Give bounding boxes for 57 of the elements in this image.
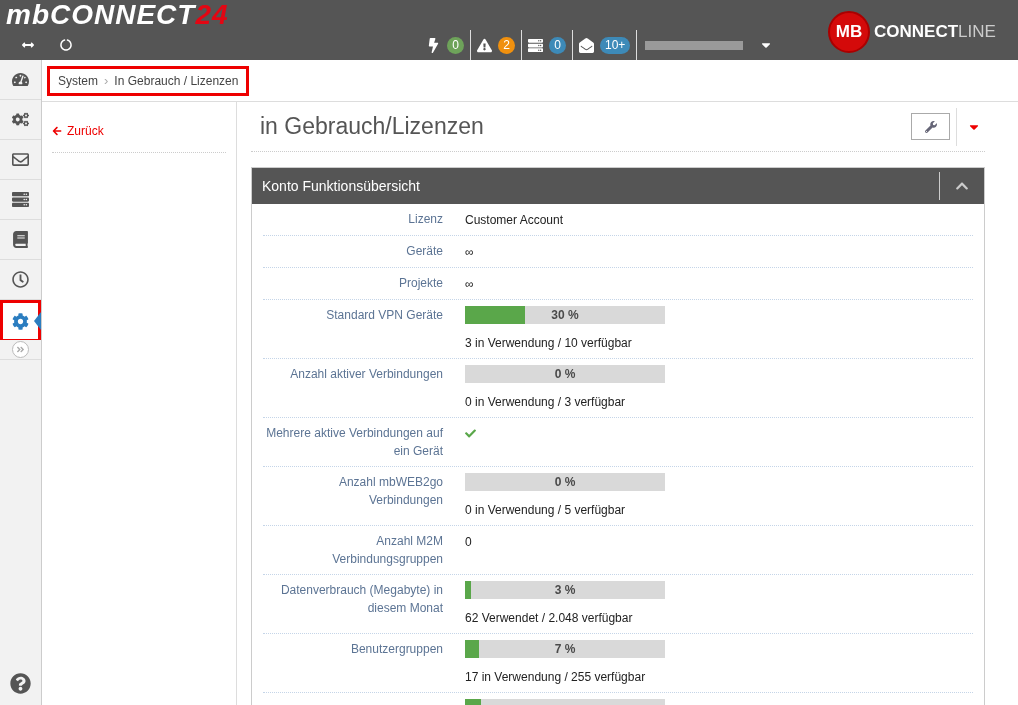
bolt-icon[interactable] — [426, 37, 441, 53]
gauge-icon — [12, 71, 29, 88]
clock-icon — [12, 271, 29, 288]
mail-icon[interactable] — [579, 37, 594, 53]
server-icon[interactable] — [528, 37, 543, 53]
server-icon — [12, 191, 29, 208]
arrow-left-icon — [52, 126, 62, 136]
row-label: Projekte — [397, 275, 443, 292]
book-icon — [12, 231, 29, 248]
spinner-icon[interactable] — [60, 38, 72, 51]
pointer-icon — [34, 312, 41, 330]
wrench-button[interactable] — [911, 113, 950, 140]
row-label: Datenverbrauch (Megabyte) in diesem Monat — [279, 582, 443, 617]
row-label: Standard VPN Geräte — [325, 307, 443, 324]
breadcrumb-separator: › — [104, 71, 109, 90]
count-badge: 2 — [498, 36, 515, 54]
count-badge: 10+ — [600, 36, 631, 54]
back-link[interactable]: Zurück — [52, 122, 226, 153]
double-chevron-icon — [16, 345, 25, 354]
row-value: 0 — [465, 535, 472, 549]
progress-detail: 62 Verwendet / 2.048 verfügbar — [465, 610, 634, 627]
row-label: Lizenz — [407, 211, 443, 228]
row-label: Anzahl M2M Verbindungsgruppen — [331, 533, 443, 568]
warning-icon[interactable] — [477, 37, 492, 53]
row-label: Anzahl aktiver Verbindungen — [289, 366, 443, 383]
settings-icon — [12, 312, 29, 330]
progress-detail: 3 in Verwendung / 10 verfügbar — [465, 335, 633, 352]
progress-percent: 7 % — [553, 641, 577, 658]
sidebar-item[interactable] — [0, 300, 41, 340]
page-title: in Gebrauch/Lizenzen — [260, 112, 485, 142]
panel-title: Konto Funktionsübersicht — [262, 176, 421, 196]
progress-percent: 30 % — [550, 307, 580, 324]
row-value: Customer Account — [465, 213, 564, 227]
progress-percent: 0 % — [553, 366, 577, 383]
row-label: Geräte — [405, 243, 443, 260]
progress-percent: 3 % — [553, 582, 577, 599]
row-value: ∞ — [465, 245, 474, 259]
app-logo: mbCONNECT24 — [6, 0, 229, 29]
mail-icon — [12, 151, 29, 168]
blurred-user-name[interactable] — [645, 40, 744, 50]
breadcrumb-link[interactable]: System — [58, 71, 98, 90]
row-value: ∞ — [465, 277, 474, 291]
gears-icon — [12, 111, 29, 128]
progress-percent: 0 % — [553, 474, 577, 491]
progress-detail: 17 in Verwendung / 255 verfügbar — [465, 669, 647, 686]
count-badge: 0 — [549, 36, 566, 54]
brand-logo-badge: MB — [828, 11, 870, 53]
count-badge: 0 — [447, 36, 464, 54]
brand-logo-text: CONNECTLINE — [874, 21, 996, 44]
progress-detail: 0 in Verwendung / 3 verfügbar — [465, 394, 627, 411]
row-label: Mehrere aktive Verbindungen auf ein Gerät — [265, 425, 443, 460]
progress-detail: 0 in Verwendung / 5 verfügbar — [465, 502, 627, 519]
help-icon[interactable] — [10, 673, 31, 694]
wrench-icon — [924, 120, 937, 133]
row-label: Anzahl mbWEB2go Verbindungen — [337, 474, 443, 509]
breadcrumb-link[interactable]: In Gebrauch / Lizenzen — [114, 71, 239, 90]
row-label: Benutzergruppen — [349, 641, 443, 658]
